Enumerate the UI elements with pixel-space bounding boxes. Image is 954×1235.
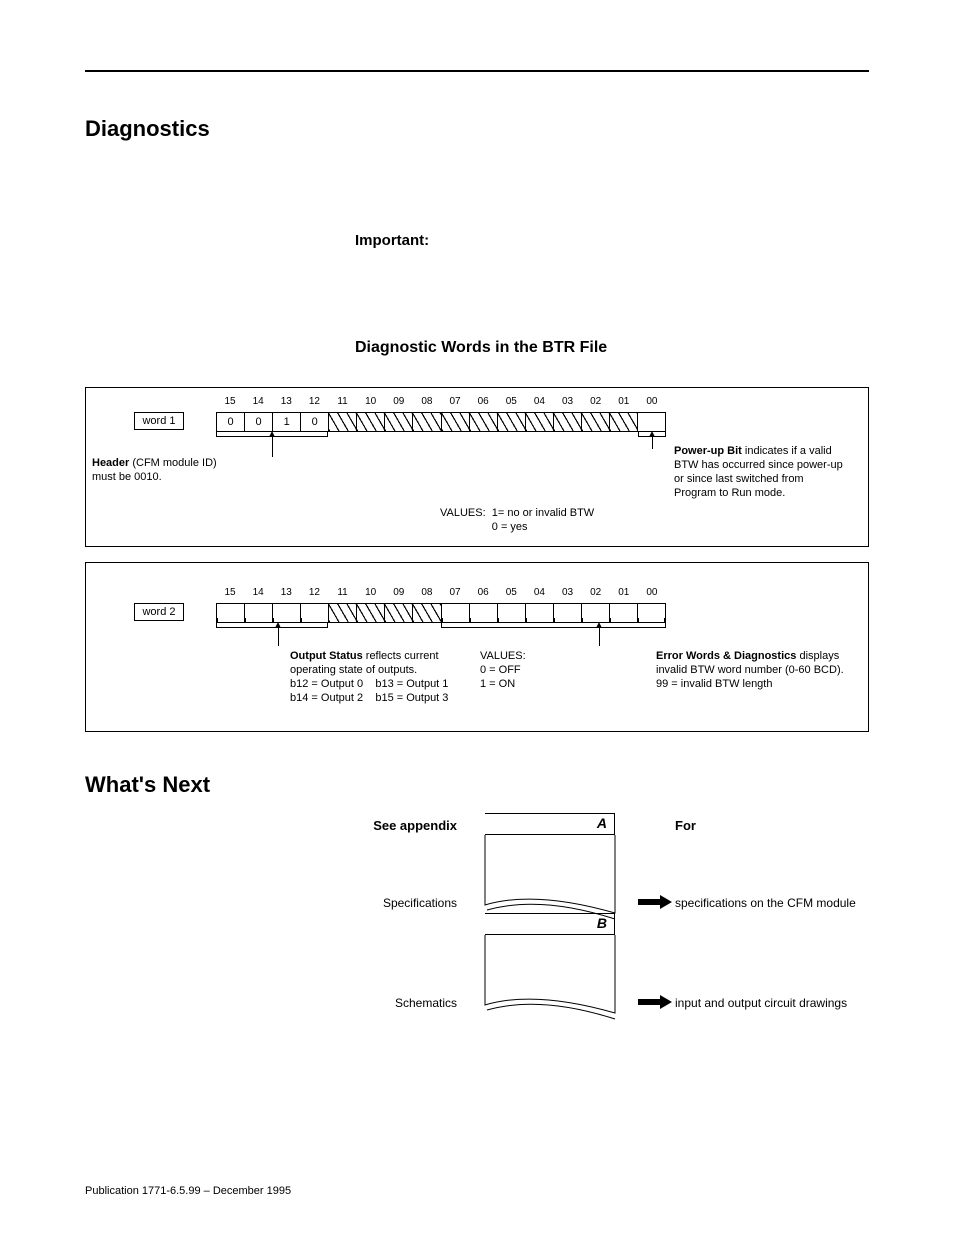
row-a-for: specifications on the CFM module <box>675 896 935 910</box>
word1-powerup-note: Power-up Bit indicates if a valid BTW ha… <box>674 444 844 500</box>
word2-bitbar <box>216 603 666 623</box>
arrow-icon <box>635 895 675 912</box>
word1-bitbar: 0 0 1 0 <box>216 412 666 432</box>
diagram-word2: word 2 15141312 11100908 07060504 030201… <box>85 562 869 732</box>
diagram-word1: word 1 15141312 11100908 07060504 030201… <box>85 387 869 547</box>
booklet-b: B <box>475 913 625 1033</box>
arrow-icon <box>635 995 675 1012</box>
hatch <box>328 412 356 432</box>
page-title: Diagnostics <box>85 116 869 142</box>
word1-values: VALUES: 1= no or invalid BTW VALUES: 0 =… <box>440 506 594 534</box>
word1-label: word 1 <box>134 412 184 430</box>
word2-error-note: Error Words & Diagnostics displays inval… <box>656 649 851 691</box>
bit15: 0 <box>216 412 244 432</box>
col-see: See appendix <box>355 818 475 833</box>
row-b-label: Schematics <box>355 996 475 1010</box>
bit00 <box>637 412 666 432</box>
word2-output-note: Output Status reflects current operating… <box>290 649 475 705</box>
whats-next: What's Next <box>85 772 869 798</box>
bit14: 0 <box>244 412 272 432</box>
appendix-table: See appendix For Specifications A specif… <box>355 818 869 1033</box>
important-label: Important: <box>355 232 869 249</box>
word1-header-note: Header (CFM module ID) must be 0010. <box>92 456 242 484</box>
footer-publication: Publication 1771-6.5.99 – December 1995 <box>85 1185 291 1197</box>
col-for: For <box>675 818 935 833</box>
row-b-for: input and output circuit drawings <box>675 996 935 1010</box>
word2-bit-numbers: 15141312 11100908 07060504 03020100 <box>216 587 666 598</box>
row-a-label: Specifications <box>355 896 475 910</box>
word1-bit-numbers: 15141312 11100908 07060504 03020100 <box>216 396 666 407</box>
word2-label: word 2 <box>134 603 184 621</box>
subheading: Diagnostic Words in the BTR File <box>355 339 869 357</box>
word2-values: VALUES: 0 = OFF 1 = ON <box>480 649 526 691</box>
bit13: 1 <box>272 412 300 432</box>
bit12: 0 <box>300 412 328 432</box>
